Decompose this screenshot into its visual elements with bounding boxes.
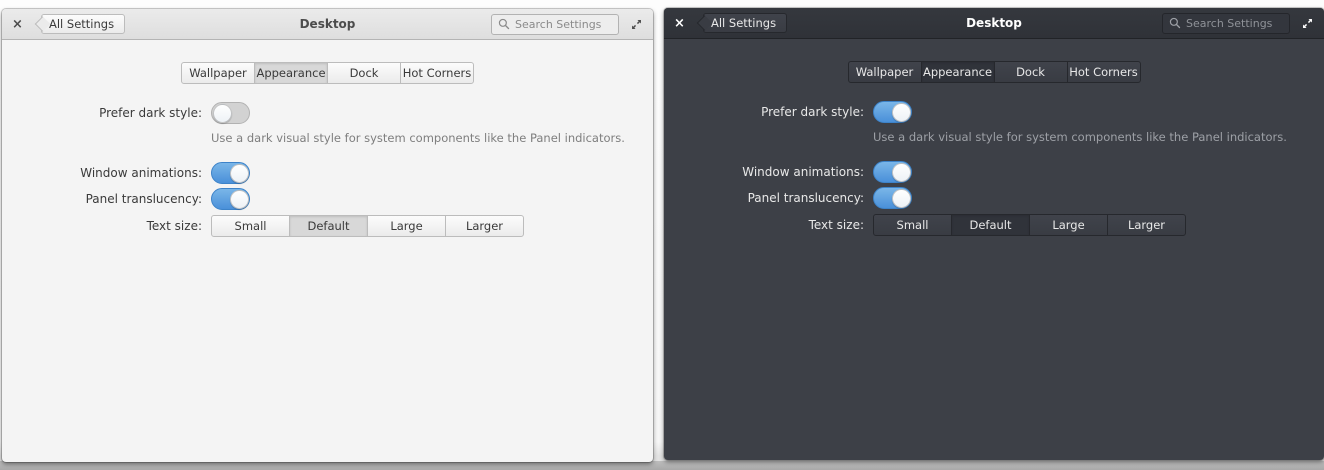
panel-translucency-toggle[interactable]: [873, 187, 912, 209]
text-size-label: Text size:: [808, 218, 864, 232]
expand-icon[interactable]: [1301, 17, 1314, 30]
back-button-all-settings[interactable]: All Settings: [703, 13, 788, 33]
tab-wallpaper[interactable]: Wallpaper: [847, 61, 922, 83]
search-input[interactable]: [515, 17, 612, 31]
prefer-dark-row: Prefer dark style:: [664, 101, 1324, 123]
prefer-dark-description: Use a dark visual style for system compo…: [873, 130, 1287, 144]
text-size-large[interactable]: Large: [1029, 214, 1108, 236]
settings-window-dark: × All Settings Desktop Wallpaper Appeara…: [664, 8, 1324, 460]
prefer-dark-row: Prefer dark style:: [2, 102, 653, 124]
window-animations-toggle[interactable]: [211, 162, 250, 184]
window-animations-label: Window animations:: [742, 165, 864, 179]
panel-translucency-row: Panel translucency:: [664, 187, 1324, 209]
settings-window-light: × All Settings Desktop Wallpaper Appeara…: [2, 9, 653, 462]
text-size-small[interactable]: Small: [211, 215, 290, 237]
text-size-larger[interactable]: Larger: [445, 215, 524, 237]
prefer-dark-description-row: Use a dark visual style for system compo…: [2, 131, 653, 145]
text-size-segments: Small Default Large Larger: [211, 215, 524, 237]
search-input-wrapper: [1162, 12, 1290, 34]
prefer-dark-description-row: Use a dark visual style for system compo…: [664, 130, 1324, 144]
text-size-row: Text size: Small Default Large Larger: [664, 214, 1324, 236]
text-size-larger[interactable]: Larger: [1107, 214, 1186, 236]
expand-icon[interactable]: [630, 18, 643, 31]
tab-dock[interactable]: Dock: [327, 62, 401, 84]
text-size-segments: Small Default Large Larger: [873, 214, 1186, 236]
appearance-pane: Wallpaper Appearance Dock Hot Corners Pr…: [2, 40, 653, 237]
toggle-knob: [229, 189, 249, 209]
panel-translucency-label: Panel translucency:: [747, 191, 864, 205]
search-input-wrapper: [491, 13, 619, 35]
tab-hot-corners[interactable]: Hot Corners: [400, 62, 474, 84]
tab-appearance[interactable]: Appearance: [254, 62, 328, 84]
text-size-small[interactable]: Small: [873, 214, 952, 236]
close-icon[interactable]: ×: [674, 17, 690, 30]
tabbar: Wallpaper Appearance Dock Hot Corners: [664, 61, 1324, 83]
prefer-dark-label: Prefer dark style:: [761, 105, 864, 119]
panel-translucency-row: Panel translucency:: [2, 188, 653, 210]
tab-dock[interactable]: Dock: [993, 61, 1068, 83]
panel-translucency-toggle[interactable]: [211, 188, 250, 210]
search-icon: [498, 18, 510, 30]
toggle-knob: [212, 103, 232, 123]
text-size-row: Text size: Small Default Large Larger: [2, 215, 653, 237]
window-animations-row: Window animations:: [664, 161, 1324, 183]
toggle-knob: [891, 162, 911, 182]
prefer-dark-toggle[interactable]: [211, 102, 250, 124]
window-animations-label: Window animations:: [80, 166, 202, 180]
text-size-default[interactable]: Default: [951, 214, 1030, 236]
headerbar: × All Settings Desktop: [664, 8, 1324, 39]
appearance-pane: Wallpaper Appearance Dock Hot Corners Pr…: [664, 39, 1324, 236]
close-icon[interactable]: ×: [12, 18, 28, 31]
headerbar: × All Settings Desktop: [2, 9, 653, 40]
tabbar: Wallpaper Appearance Dock Hot Corners: [2, 62, 653, 84]
panel-translucency-label: Panel translucency:: [85, 192, 202, 206]
tab-appearance[interactable]: Appearance: [920, 61, 995, 83]
text-size-default[interactable]: Default: [289, 215, 368, 237]
toggle-knob: [891, 188, 911, 208]
text-size-label: Text size:: [146, 219, 202, 233]
search-input[interactable]: [1186, 16, 1283, 30]
window-animations-row: Window animations:: [2, 162, 653, 184]
tab-hot-corners[interactable]: Hot Corners: [1066, 61, 1141, 83]
prefer-dark-toggle[interactable]: [873, 101, 912, 123]
toggle-knob: [891, 102, 911, 122]
tab-wallpaper[interactable]: Wallpaper: [181, 62, 255, 84]
toggle-knob: [229, 163, 249, 183]
window-animations-toggle[interactable]: [873, 161, 912, 183]
back-button-all-settings[interactable]: All Settings: [41, 14, 126, 34]
prefer-dark-label: Prefer dark style:: [99, 106, 202, 120]
text-size-large[interactable]: Large: [367, 215, 446, 237]
search-icon: [1169, 17, 1181, 29]
prefer-dark-description: Use a dark visual style for system compo…: [211, 131, 625, 145]
